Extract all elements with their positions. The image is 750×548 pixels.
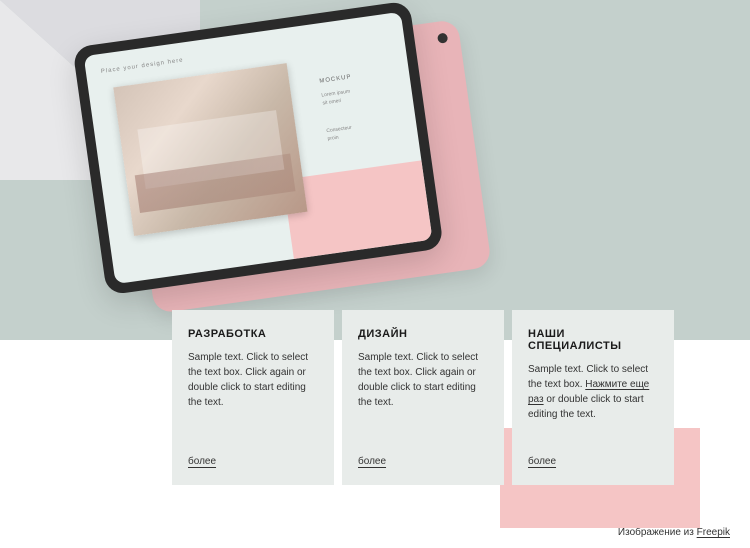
tablet-front-device: Place your design here MOCKUP Lorem ipsu…	[72, 0, 443, 295]
attribution-prefix: Изображение из	[618, 527, 697, 538]
screen-interior-image	[113, 63, 307, 236]
card-design: ДИЗАЙН Sample text. Click to select the …	[342, 310, 504, 485]
screen-sidebar-title: MOCKUP	[319, 70, 384, 85]
card-title: РАЗРАБОТКА	[188, 328, 318, 340]
attribution-source-link[interactable]: Freepik	[697, 527, 730, 538]
card-more-link[interactable]: более	[358, 456, 386, 467]
card-more-link[interactable]: более	[528, 456, 556, 467]
screen-sidebar: MOCKUP Lorem ipsum sit omeri Consecteur …	[319, 70, 393, 144]
tablet-screen: Place your design here MOCKUP Lorem ipsu…	[84, 12, 433, 284]
card-more-link[interactable]: более	[188, 456, 216, 467]
card-description[interactable]: Sample text. Click to select the text bo…	[528, 362, 658, 444]
card-title: ДИЗАЙН	[358, 328, 488, 340]
tablet-camera-icon	[437, 33, 448, 44]
services-cards-row: РАЗРАБОТКА Sample text. Click to select …	[172, 310, 674, 485]
card-description[interactable]: Sample text. Click to select the text bo…	[358, 350, 488, 444]
image-attribution: Изображение из Freepik	[618, 527, 730, 538]
card-specialists: НАШИ СПЕЦИАЛИСТЫ Sample text. Click to s…	[512, 310, 674, 485]
card-description[interactable]: Sample text. Click to select the text bo…	[188, 350, 318, 444]
card-text-after: or double click to start editing the tex…	[528, 394, 644, 420]
tablet-mockup: Place your design here MOCKUP Lorem ipsu…	[72, 0, 487, 325]
card-development: РАЗРАБОТКА Sample text. Click to select …	[172, 310, 334, 485]
card-title: НАШИ СПЕЦИАЛИСТЫ	[528, 328, 658, 352]
